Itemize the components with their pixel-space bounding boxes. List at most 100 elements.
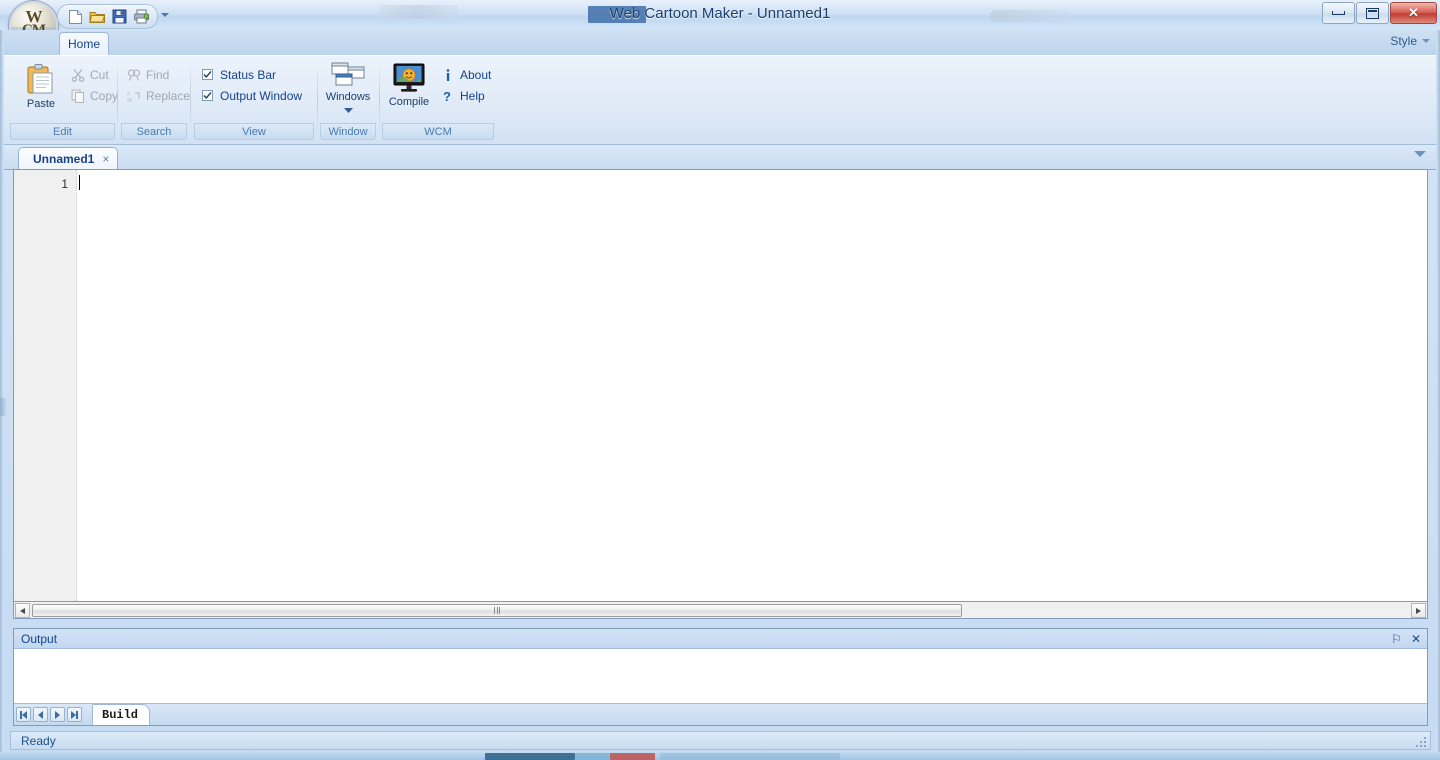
scrollbar-thumb[interactable] — [32, 604, 962, 617]
cut-button-label: Cut — [90, 67, 109, 82]
ribbon-group-search-body: Find a ae Replace — [121, 59, 190, 121]
window-frame-right — [1436, 30, 1440, 760]
nav-next-button[interactable] — [50, 707, 65, 722]
paste-button-label: Paste — [26, 98, 56, 110]
left-dock-splitter[interactable] — [0, 398, 7, 416]
output-panel-body[interactable] — [14, 649, 1427, 703]
output-panel-tools: ⚐ ✕ — [1391, 629, 1421, 649]
copy-button[interactable]: Copy — [68, 85, 121, 106]
replace-button[interactable]: a ae Replace — [124, 85, 193, 106]
ribbon-separator — [317, 61, 318, 137]
paste-icon — [27, 64, 53, 94]
pin-icon[interactable]: ⚐ — [1391, 632, 1402, 646]
window-frame-left — [0, 30, 4, 760]
ribbon-group-edit-body: Paste Cut Copy — [10, 59, 118, 121]
ribbon-separator — [379, 61, 380, 137]
ribbon: Paste Cut Copy Edit Find a ae Replace Se… — [0, 55, 1440, 145]
checkbox-checked-icon — [202, 69, 213, 80]
window-title: Web Cartoon Maker - Unnamed1 — [609, 5, 831, 22]
new-document-icon[interactable] — [64, 7, 86, 27]
ribbon-group-wcm: Compile About ? Help WCM — [382, 59, 494, 141]
status-bar-checkbox[interactable]: Status Bar — [202, 64, 302, 85]
output-panel-title: Output — [21, 631, 58, 646]
cut-icon — [71, 68, 85, 82]
about-button-label: About — [460, 67, 492, 82]
first-icon — [20, 710, 27, 719]
document-tab-unnamed1[interactable]: Unnamed1 × — [18, 147, 119, 170]
code-editor[interactable]: 1 — [13, 169, 1428, 602]
ribbon-separator — [190, 61, 191, 137]
ribbon-separator — [117, 61, 118, 137]
output-window-checkbox-label: Output Window — [220, 88, 303, 103]
close-icon[interactable]: × — [102, 152, 109, 166]
last-icon — [71, 710, 78, 719]
svg-text:a: a — [127, 91, 130, 97]
find-button[interactable]: Find — [124, 64, 193, 85]
window-controls: ✕ — [1322, 2, 1437, 24]
restore-icon — [1366, 7, 1379, 19]
ribbon-group-edit-label: Edit — [10, 123, 115, 140]
minimize-icon — [1332, 11, 1345, 15]
info-icon — [446, 68, 450, 81]
restore-button[interactable] — [1356, 2, 1389, 24]
ribbon-group-view: Status Bar Output Window View — [194, 59, 314, 141]
status-text: Ready — [21, 733, 56, 748]
document-tab-bar: Unnamed1 × — [0, 145, 1440, 170]
help-button[interactable]: ? Help — [438, 85, 494, 106]
text-caret — [79, 175, 80, 190]
svg-text:ae: ae — [127, 97, 133, 103]
title-bar: Web Cartoon Maker - Unnamed1 ✕ — [0, 0, 1440, 30]
close-button[interactable]: ✕ — [1390, 2, 1437, 24]
scroll-left-button[interactable] — [15, 603, 30, 618]
open-folder-icon[interactable] — [86, 7, 108, 27]
quick-access-overflow-button[interactable] — [157, 7, 173, 23]
ribbon-group-search: Find a ae Replace Search — [121, 59, 190, 141]
editor-horizontal-scrollbar[interactable] — [13, 602, 1428, 619]
ribbon-tab-strip: Home Style — [0, 30, 1440, 57]
checkbox-checked-icon — [202, 90, 213, 101]
next-icon — [55, 710, 60, 719]
style-dropdown[interactable]: Style — [1390, 34, 1430, 48]
output-panel-header: Output ⚐ ✕ — [14, 629, 1427, 649]
ribbon-group-window-label: Window — [320, 123, 376, 140]
chevron-down-icon — [343, 104, 353, 116]
compile-button-label: Compile — [388, 96, 430, 108]
chevron-down-icon — [161, 13, 169, 17]
help-button-label: Help — [460, 88, 485, 103]
scroll-right-button[interactable] — [1411, 603, 1426, 618]
output-window-checkbox[interactable]: Output Window — [202, 85, 302, 106]
minimize-button[interactable] — [1322, 2, 1355, 24]
find-icon — [127, 68, 141, 81]
chevron-left-icon — [20, 607, 25, 614]
compile-button[interactable]: Compile — [382, 63, 436, 108]
cut-button[interactable]: Cut — [68, 64, 121, 85]
tab-home[interactable]: Home — [59, 32, 109, 57]
question-icon: ? — [443, 89, 451, 103]
paste-button[interactable]: Paste — [14, 63, 68, 110]
windows-button[interactable]: Windows — [321, 62, 375, 116]
nav-first-button[interactable] — [16, 707, 31, 722]
ribbon-group-view-label: View — [194, 123, 314, 140]
status-bar-checkbox-label: Status Bar — [220, 67, 277, 82]
status-bar: Ready — [10, 731, 1431, 750]
taskbar-artifact — [0, 752, 1440, 760]
close-icon[interactable]: ✕ — [1411, 632, 1421, 646]
ribbon-group-window: Windows Window — [320, 59, 376, 141]
nav-previous-button[interactable] — [33, 707, 48, 722]
scrollbar-grip-icon — [494, 607, 500, 614]
print-icon[interactable] — [130, 7, 152, 27]
windows-tile-icon — [331, 62, 365, 86]
find-button-label: Find — [146, 67, 170, 82]
resize-grip-icon[interactable] — [1414, 735, 1426, 747]
output-tab-build[interactable]: Build — [92, 704, 151, 725]
svg-text:?: ? — [443, 89, 451, 103]
ribbon-group-wcm-body: Compile About ? Help — [382, 59, 494, 121]
save-icon[interactable] — [108, 7, 130, 27]
nav-last-button[interactable] — [67, 707, 82, 722]
replace-icon: a ae — [127, 91, 140, 103]
chevron-down-icon — [1422, 39, 1430, 43]
compile-monitor-icon — [393, 63, 425, 92]
about-button[interactable]: About — [438, 64, 494, 85]
document-tab-overflow-icon[interactable] — [1414, 151, 1426, 157]
output-panel: Output ⚐ ✕ Build — [13, 628, 1428, 726]
